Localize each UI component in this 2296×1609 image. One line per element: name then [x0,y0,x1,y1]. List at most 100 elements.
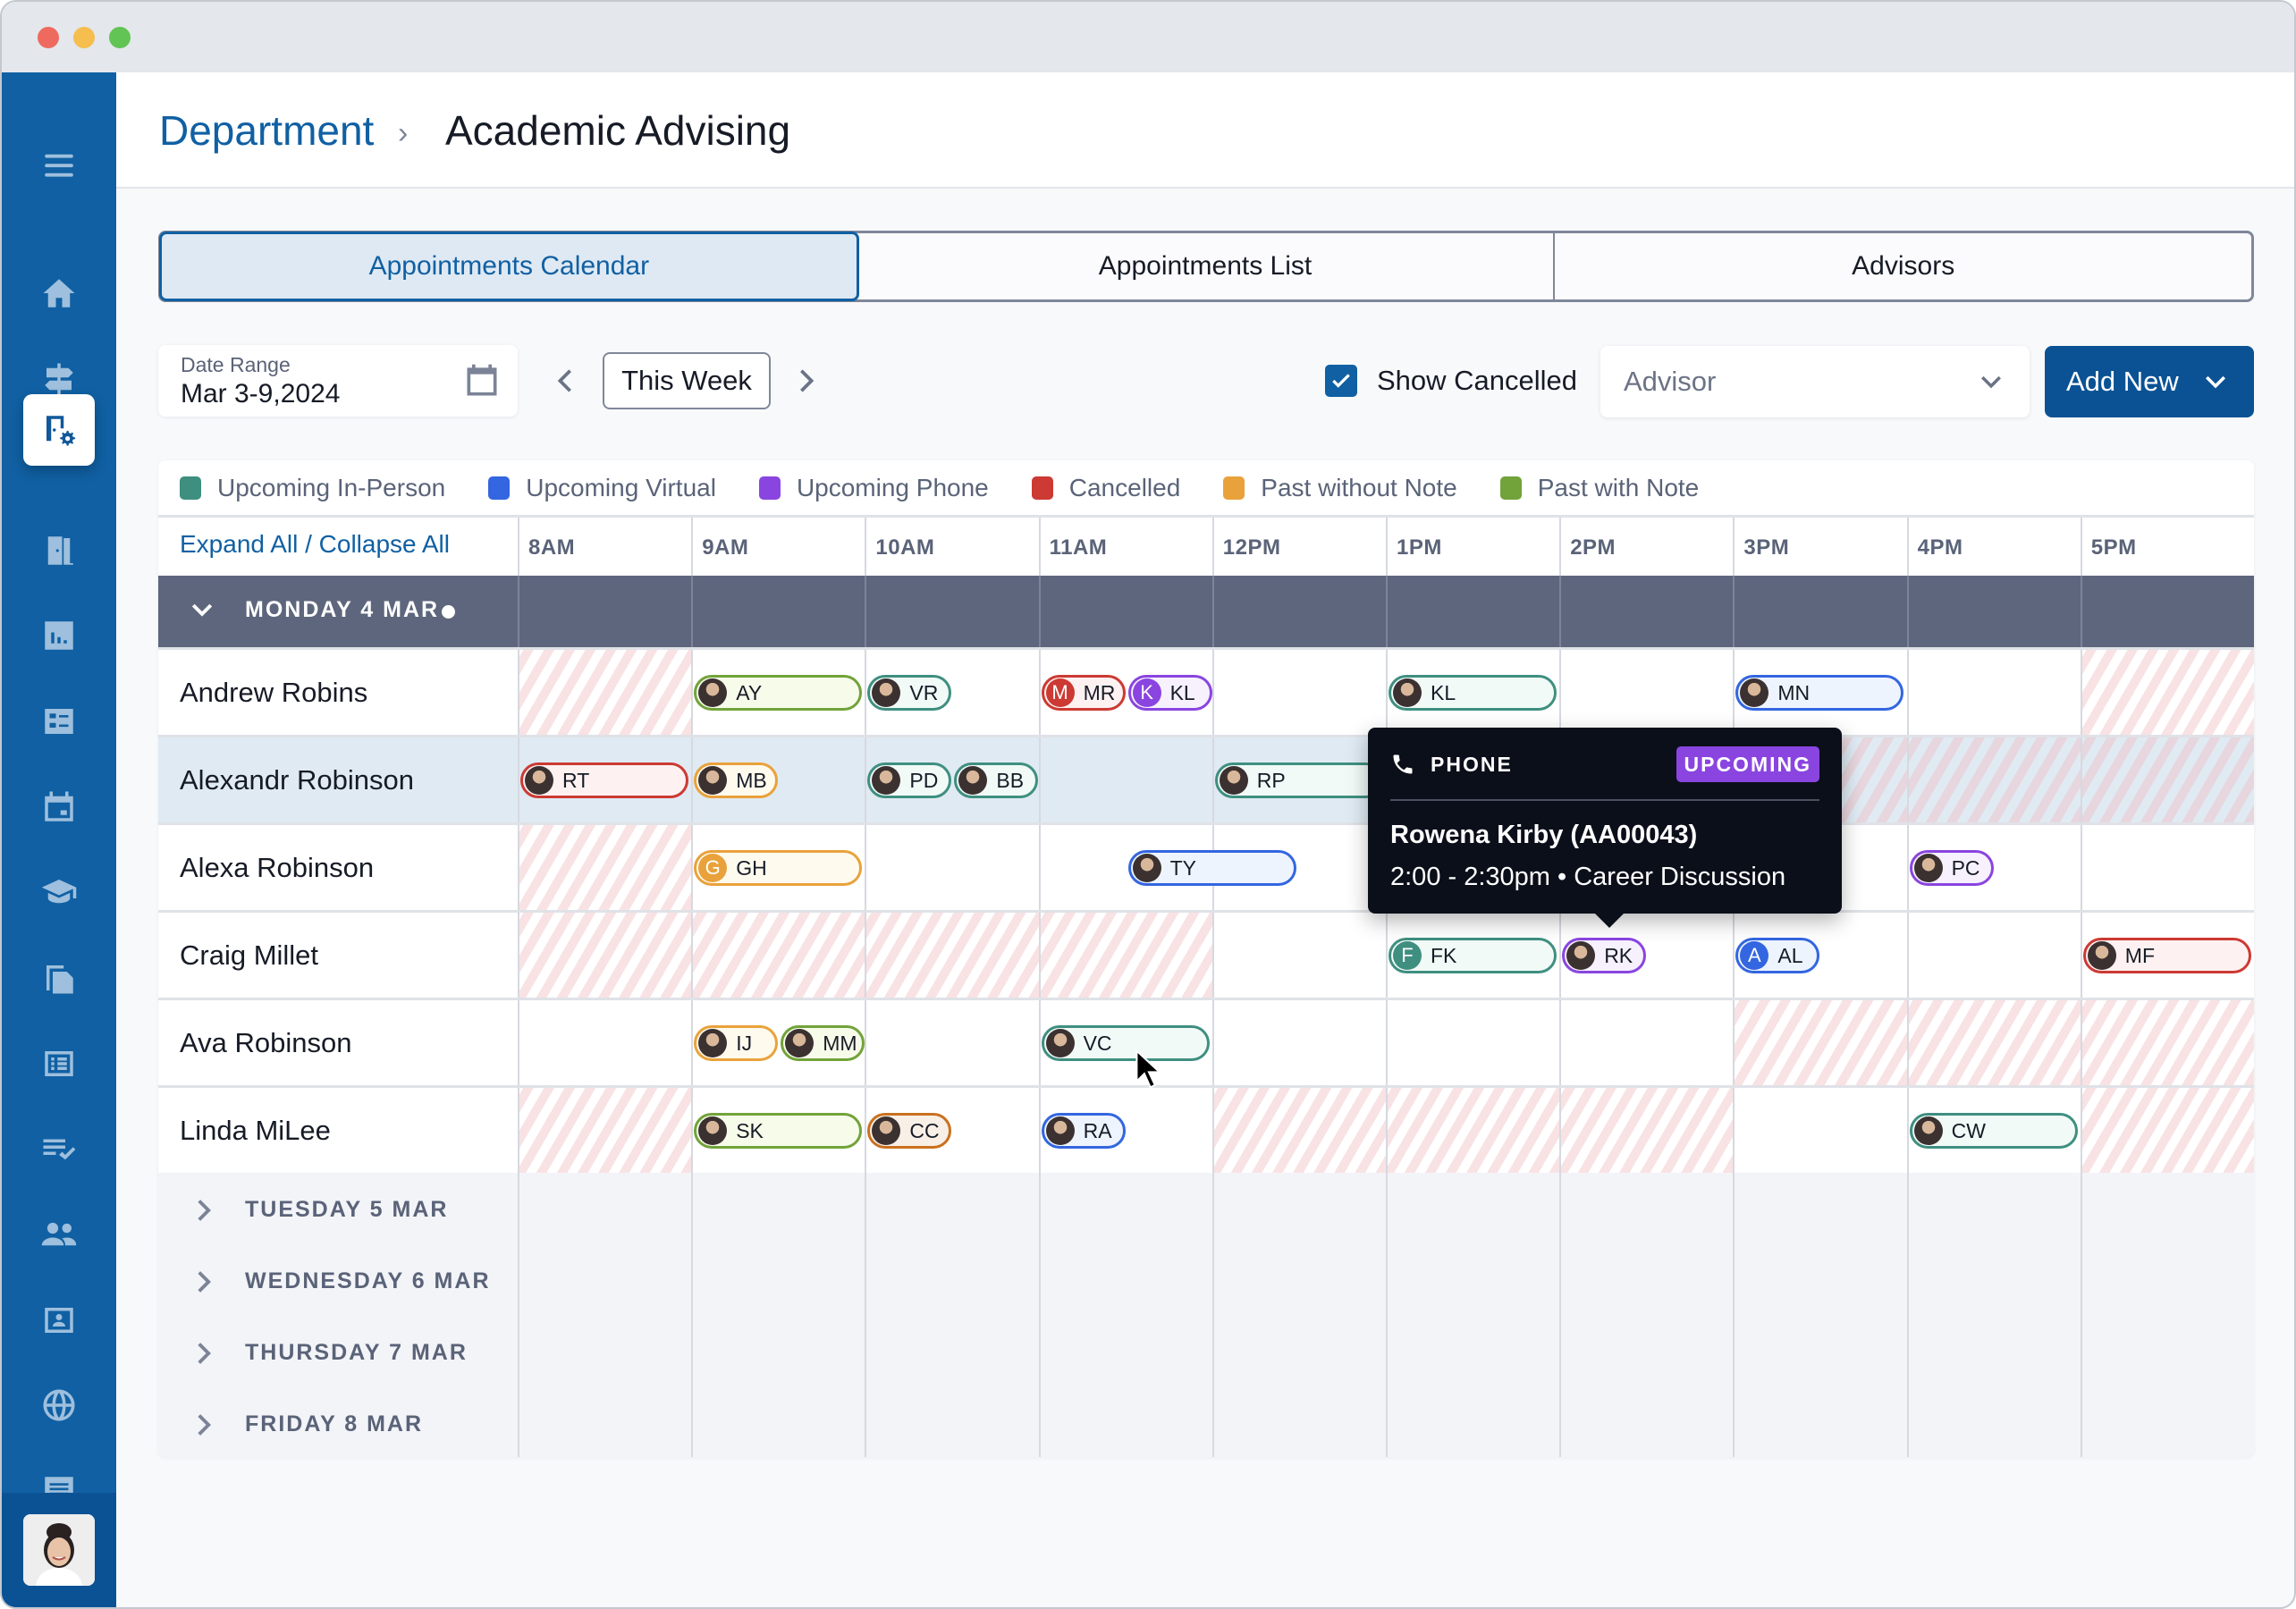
unavailable-slot[interactable] [518,913,692,998]
previous-week-button[interactable] [547,359,583,402]
advisor-name[interactable]: Alexa Robinson [180,852,374,884]
unavailable-slot[interactable] [1038,913,1212,998]
appointment-chip[interactable]: M MR [1041,675,1126,711]
checklist-grid-icon[interactable] [23,686,95,757]
time-slot[interactable] [865,1000,1038,1085]
task-list-check-icon[interactable] [23,1113,95,1184]
unavailable-slot[interactable] [1386,1088,1560,1173]
unavailable-slot[interactable] [1559,1088,1734,1173]
appointment-chip[interactable]: RT [520,762,688,798]
tab-appointments-list[interactable]: Appointments List [857,233,1556,299]
appointment-chip[interactable]: SK [694,1113,863,1149]
time-slot[interactable] [1559,1000,1733,1085]
appointment-chip[interactable]: MM [781,1025,865,1061]
calendar-icon[interactable] [462,361,502,400]
appointment-chip[interactable]: PC [1909,850,1994,886]
chevron-down-icon[interactable] [190,601,214,619]
tab-appointments-calendar[interactable]: Appointments Calendar [159,232,859,301]
appointment-chip[interactable]: G GH [694,850,863,886]
breadcrumb-department-link[interactable]: Department [159,106,374,156]
appointment-chip[interactable]: IJ [694,1025,779,1061]
add-new-button[interactable]: Add New [2045,346,2254,417]
day-header-monday[interactable]: MONDAY 4 MAR [158,576,2254,647]
unavailable-slot[interactable] [865,913,1039,998]
appointment-chip[interactable]: A AL [1735,938,1820,973]
appointment-chip[interactable]: CW [1909,1113,2078,1149]
unavailable-slot[interactable] [518,1088,692,1173]
advisor-dropdown[interactable]: Advisor [1600,346,2030,417]
appointment-chip[interactable]: AY [694,675,863,711]
tab-advisors[interactable]: Advisors [1555,233,2251,299]
chevron-right-icon[interactable] [196,1341,212,1366]
unavailable-slot[interactable] [1906,1000,2081,1085]
appointment-chip[interactable]: MN [1735,675,1904,711]
advisor-name[interactable]: Alexandr Robinson [180,764,414,796]
unavailable-slot[interactable] [2080,737,2254,822]
advisor-name[interactable]: Andrew Robins [180,677,367,709]
appointment-chip[interactable]: MB [694,762,779,798]
unavailable-slot[interactable] [518,825,692,910]
time-slot[interactable] [1211,1000,1386,1085]
time-slot[interactable] [1733,1088,1906,1173]
maximize-window-button[interactable] [109,27,131,48]
list-icon[interactable] [23,1028,95,1099]
collapsed-day-row[interactable]: WEDNESDAY 6 MAR [158,1244,2254,1316]
contact-card-icon[interactable] [23,1285,95,1356]
appointment-chip[interactable]: F FK [1389,938,1557,973]
unavailable-slot[interactable] [1211,1088,1386,1173]
door-icon[interactable] [23,515,95,586]
time-slot[interactable] [1038,737,1212,822]
department-settings-icon[interactable] [23,394,95,466]
time-slot[interactable] [1906,913,2081,998]
time-slot[interactable] [1211,650,1386,735]
appointment-chip[interactable]: K KL [1127,675,1212,711]
time-slot[interactable] [865,825,1038,910]
appointment-chip[interactable]: BB [954,762,1039,798]
globe-icon[interactable] [23,1369,95,1441]
collapsed-day-row[interactable]: FRIDAY 8 MAR [158,1387,2254,1457]
appointment-chip[interactable]: PD [867,762,952,798]
time-slot[interactable] [2080,825,2254,910]
appointment-chip[interactable]: MF [2082,938,2251,973]
show-cancelled-toggle[interactable]: Show Cancelled [1325,362,1577,400]
bar-chart-icon[interactable] [23,600,95,671]
time-slot[interactable] [1906,650,2081,735]
expand-all-link[interactable]: Expand All [180,530,298,558]
graduation-cap-icon[interactable] [23,856,95,928]
chevron-right-icon[interactable] [196,1198,212,1223]
advisor-name[interactable]: Craig Millet [180,939,318,972]
appointment-chip[interactable]: RK [1562,938,1647,973]
close-window-button[interactable] [38,27,59,48]
unavailable-slot[interactable] [1906,737,2081,822]
collapsed-day-row[interactable]: TUESDAY 5 MAR [158,1173,2254,1244]
home-icon[interactable] [23,257,95,329]
user-avatar[interactable] [23,1514,95,1586]
time-slot[interactable] [518,1000,691,1085]
appointment-chip[interactable]: VC [1041,1025,1210,1061]
appointment-chip[interactable]: KL [1389,675,1557,711]
appointment-chip[interactable]: RP [1214,762,1383,798]
unavailable-slot[interactable] [518,650,692,735]
collapsed-day-row[interactable]: THURSDAY 7 MAR [158,1316,2254,1387]
unavailable-slot[interactable] [2080,650,2254,735]
time-slot[interactable] [1211,913,1386,998]
chevron-right-icon[interactable] [196,1269,212,1294]
appointment-chip[interactable]: TY [1127,850,1296,886]
unavailable-slot[interactable] [1733,1000,1907,1085]
menu-icon[interactable] [23,130,95,201]
calendar-icon[interactable] [23,771,95,843]
appointment-chip[interactable]: RA [1041,1113,1126,1149]
documents-icon[interactable] [23,942,95,1014]
time-slot[interactable] [1386,1000,1559,1085]
unavailable-slot[interactable] [691,913,865,998]
appointment-chip[interactable]: VR [867,675,952,711]
people-icon[interactable] [23,1199,95,1270]
minimize-window-button[interactable] [73,27,95,48]
time-slot[interactable] [1559,650,1733,735]
appointment-chip[interactable]: CC [867,1113,952,1149]
collapse-all-link[interactable]: Collapse All [319,530,450,558]
unavailable-slot[interactable] [2080,1000,2254,1085]
advisor-name[interactable]: Linda MiLee [180,1115,331,1147]
advisor-name[interactable]: Ava Robinson [180,1027,351,1059]
next-week-button[interactable] [789,359,824,402]
